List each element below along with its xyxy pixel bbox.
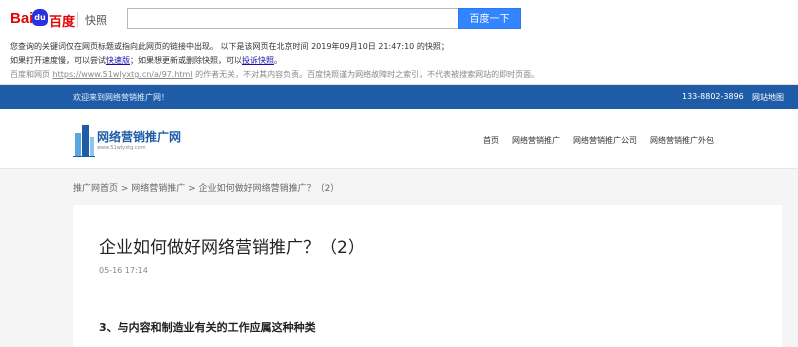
complain-snapshot-link[interactable]: 投诉快照 — [242, 56, 274, 65]
article-heading: 3、与内容和制造业有关的工作应属这种种类 — [99, 321, 316, 334]
nav-item-company[interactable]: 网络营销推广公司 — [573, 135, 637, 146]
snapshot-notice-line3: 百度和网页 https://www.51wlyxtg.cn/a/97.html … — [10, 70, 540, 79]
sitemap-link[interactable]: 网站地图 — [752, 92, 784, 103]
article-title: 企业如何做好网络营销推广？（2） — [99, 238, 365, 258]
search-button[interactable]: 百度一下 — [458, 8, 521, 29]
site-topbar: 欢迎来到网络营销推广网！ 133-8802-3896 网站地图 — [0, 85, 798, 109]
baidu-logo-latin: Bai — [10, 10, 34, 27]
nav-item-home[interactable]: 首页 — [483, 135, 499, 146]
snapshot-label: 快照 — [85, 14, 107, 27]
phone-number: 133-8802-3896 — [682, 92, 744, 101]
breadcrumb-current: 企业如何做好网络营销推广？（2） — [198, 184, 340, 194]
fast-version-link[interactable]: 快速版 — [106, 56, 130, 65]
snapshot-notice-line2: 如果打开速度慢，可以尝试快速版；如果想更新或删除快照，可以投诉快照。 — [10, 56, 282, 65]
building-icon — [73, 125, 95, 157]
header-divider — [77, 12, 78, 27]
site-logo-name: 网络营销推广网 — [97, 130, 182, 144]
baidu-logo[interactable]: Bai du 百度 — [10, 8, 78, 30]
breadcrumb-home[interactable]: 推广网首页 — [73, 184, 118, 194]
article-card: 企业如何做好网络营销推广？（2） 05-16 17:14 3、与内容和制造业有关… — [73, 205, 782, 347]
source-url-link[interactable]: https://www.51wlyxtg.cn/a/97.html — [53, 70, 193, 79]
breadcrumb: 推广网首页 > 网络营销推广 > 企业如何做好网络营销推广？（2） — [73, 184, 340, 194]
site-nav: 网络营销推广网 www.51wlyxtg.com 首页 网络营销推广 网络营销推… — [0, 109, 798, 169]
baidu-paw-icon: du — [32, 9, 48, 26]
nav-item-outsourcing[interactable]: 网络营销推广外包 — [650, 135, 714, 146]
breadcrumb-category[interactable]: 网络营销推广 — [131, 184, 185, 194]
search-input[interactable] — [127, 8, 458, 29]
site-logo[interactable]: 网络营销推广网 www.51wlyxtg.com — [73, 123, 193, 159]
article-date: 05-16 17:14 — [99, 266, 148, 275]
snapshot-header: Bai du 百度 快照 百度一下 您查询的关键词仅在网页标题或指向此网页的链接… — [0, 0, 798, 85]
nav-item-marketing[interactable]: 网络营销推广 — [512, 135, 560, 146]
snapshot-notice-line1: 您查询的关键词仅在网页标题或指向此网页的链接中出现。 以下是该网页在北京时间 2… — [10, 42, 449, 51]
welcome-text: 欢迎来到网络营销推广网！ — [73, 93, 169, 102]
baidu-logo-cn: 百度 — [49, 15, 76, 30]
site-logo-url: www.51wlyxtg.com — [97, 145, 146, 151]
